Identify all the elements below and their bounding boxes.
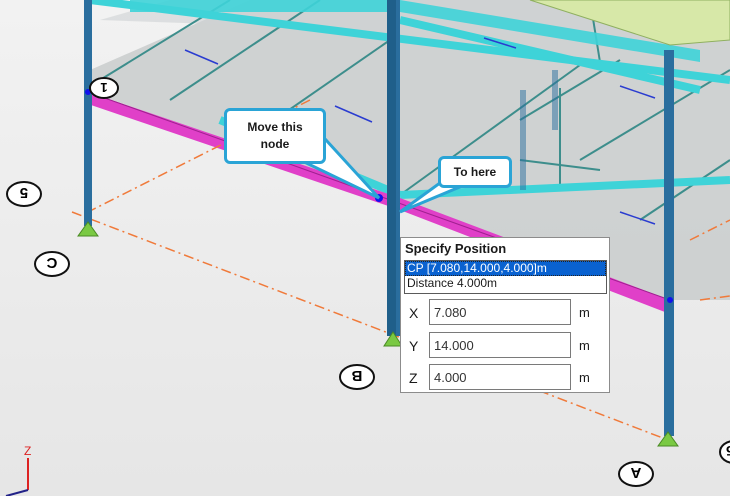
callout-move-node: Move this node <box>224 108 326 164</box>
position-option-list[interactable]: CP [7.080,14.000,4.000]m Distance 4.000m <box>404 260 607 294</box>
z-input[interactable] <box>429 364 571 390</box>
node-right[interactable] <box>667 297 673 303</box>
svg-text:5: 5 <box>20 184 28 201</box>
callout-to-here: To here <box>438 156 512 188</box>
y-input[interactable] <box>429 332 571 358</box>
coord-row-y: Y m <box>401 332 609 360</box>
specify-position-panel: Specify Position CP [7.080,14.000,4.000]… <box>400 237 610 393</box>
y-unit: m <box>579 338 590 353</box>
x-label: X <box>409 305 419 321</box>
grid-bubble-5: 5 <box>6 181 42 207</box>
callout-move-line1: Move this <box>247 120 303 134</box>
z-label: Z <box>409 370 418 386</box>
x-unit: m <box>579 305 590 320</box>
svg-text:C: C <box>46 254 57 271</box>
coord-row-z: Z m <box>401 364 609 392</box>
grid-bubble-C: C <box>34 251 70 277</box>
grid-bubble-1: 1 <box>89 77 119 99</box>
svg-text:1: 1 <box>100 80 107 95</box>
y-label: Y <box>409 338 419 354</box>
coord-row-x: X m <box>401 299 609 327</box>
svg-text:5: 5 <box>726 443 730 459</box>
callout-move-line2: node <box>260 137 290 151</box>
svg-text:A: A <box>630 464 641 481</box>
model-viewport[interactable]: 5 C B A 1 5 Z <box>0 0 730 496</box>
x-input[interactable] <box>429 299 571 325</box>
axis-z-label: Z <box>24 444 31 458</box>
grid-bubble-B: B <box>339 364 375 390</box>
svg-text:B: B <box>351 367 362 384</box>
z-unit: m <box>579 370 590 385</box>
grid-bubble-A: A <box>618 461 654 487</box>
option-distance[interactable]: Distance 4.000m <box>405 276 606 291</box>
panel-title: Specify Position <box>405 241 507 256</box>
option-cp[interactable]: CP [7.080,14.000,4.000]m <box>405 261 606 276</box>
